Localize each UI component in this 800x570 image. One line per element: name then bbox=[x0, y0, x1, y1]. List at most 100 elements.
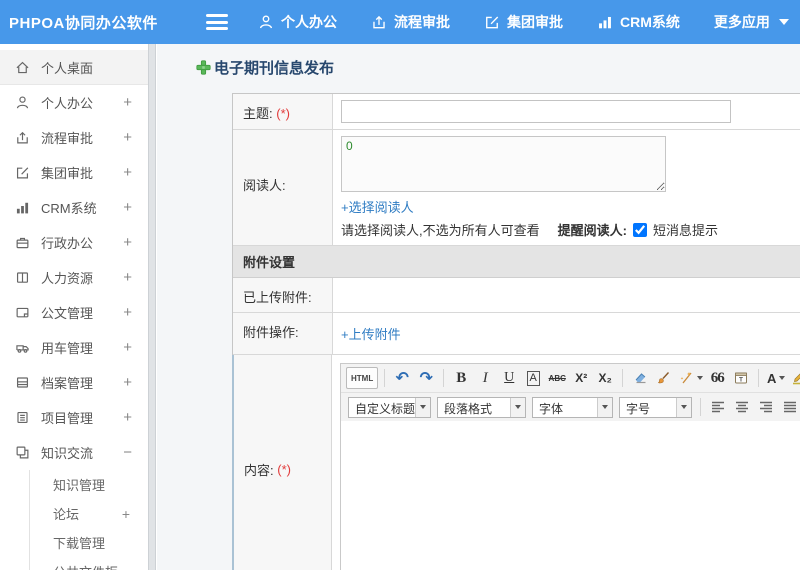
readers-textarea[interactable]: 0 bbox=[341, 136, 666, 192]
green-plus-icon bbox=[196, 60, 211, 75]
uploaded-attachments-label: 已上传附件: bbox=[233, 278, 333, 312]
expand-plus[interactable]: + bbox=[123, 269, 132, 286]
uploaded-attachments-row: 已上传附件: bbox=[233, 278, 800, 313]
highlighter-icon bbox=[793, 373, 800, 385]
auto-typeset-button[interactable] bbox=[677, 367, 704, 389]
nav-group-approval[interactable]: 集团审批 bbox=[484, 12, 563, 32]
expand-plus[interactable]: + bbox=[123, 129, 132, 146]
sms-remind-checkbox[interactable] bbox=[632, 222, 647, 237]
align-justify-icon bbox=[784, 401, 796, 413]
expand-plus[interactable]: + bbox=[123, 164, 132, 181]
eraser-icon bbox=[635, 373, 646, 384]
uploaded-attachments-value bbox=[333, 278, 800, 312]
expand-plus[interactable]: + bbox=[123, 234, 132, 251]
align-center-button[interactable] bbox=[731, 396, 753, 418]
sidebar-item-workflow-approval[interactable]: 流程审批 + bbox=[0, 120, 148, 155]
content-row: 内容: (*) HTML ↶ ↷ B I U A ABC X² X₂ 66 T … bbox=[232, 355, 800, 570]
nav-crm-system[interactable]: CRM系统 bbox=[597, 12, 680, 32]
align-left-button[interactable] bbox=[707, 396, 729, 418]
paragraph-format-select[interactable]: 段落格式 bbox=[437, 396, 526, 418]
paste-text-button[interactable]: T bbox=[730, 367, 752, 389]
sidebar-item-knowledge-exchange[interactable]: 知识交流 − bbox=[0, 435, 148, 470]
nav-more-apps[interactable]: 更多应用 bbox=[714, 12, 789, 32]
magic-wand-icon bbox=[680, 372, 692, 384]
collapse-minus[interactable]: − bbox=[123, 444, 132, 461]
required-mark: (*) bbox=[277, 462, 291, 477]
align-right-button[interactable] bbox=[755, 396, 777, 418]
sidebar-subitem-knowledge-management[interactable]: 知识管理 bbox=[30, 470, 148, 499]
superscript-button[interactable]: X² bbox=[570, 367, 592, 389]
sidebar-item-admin-office[interactable]: 行政办公 + bbox=[0, 225, 148, 260]
blockquote-button[interactable]: 66 bbox=[706, 367, 728, 389]
align-right-icon bbox=[760, 401, 772, 413]
sidebar: 个人桌面 个人办公 + 流程审批 + 集团审批 + CRM系统 + 行政办公 + bbox=[0, 44, 148, 570]
select-readers-link[interactable]: +选择阅读人 bbox=[341, 200, 414, 215]
italic-button[interactable]: I bbox=[474, 367, 496, 389]
expand-plus[interactable]: + bbox=[123, 199, 132, 216]
remind-readers-label: 提醒阅读人: bbox=[557, 223, 627, 238]
align-justify-button[interactable] bbox=[779, 396, 800, 418]
caret-down-icon bbox=[697, 376, 704, 380]
sidebar-item-personal-office[interactable]: 个人办公 + bbox=[0, 85, 148, 120]
subject-label: 主题: (*) bbox=[233, 94, 333, 129]
sidebar-submenu-knowledge: 知识管理 论坛 + 下载管理 公共文件柜 bbox=[29, 470, 148, 570]
readers-row: 阅读人: 0 +选择阅读人 请选择阅读人,不选为所有人可查看 提醒阅读人: 短消… bbox=[233, 130, 800, 246]
underline-button[interactable]: U bbox=[498, 367, 520, 389]
sidebar-item-group-approval[interactable]: 集团审批 + bbox=[0, 155, 148, 190]
sidebar-item-human-resources[interactable]: 人力资源 + bbox=[0, 260, 148, 295]
expand-plus[interactable]: + bbox=[123, 374, 132, 391]
font-border-button[interactable]: A bbox=[522, 367, 544, 389]
caret-down-icon bbox=[510, 397, 525, 417]
nav-workflow-approval[interactable]: 流程审批 bbox=[371, 12, 450, 32]
main-content: 电子期刊信息发布 主题: (*) 阅读人: 0 +选择阅读人 请选择阅读人,不选… bbox=[157, 44, 800, 570]
hamburger-menu-icon[interactable] bbox=[206, 14, 228, 30]
publish-form: 主题: (*) 阅读人: 0 +选择阅读人 请选择阅读人,不选为所有人可查看 提… bbox=[232, 93, 800, 570]
html-source-button[interactable]: HTML bbox=[346, 367, 379, 389]
bar-chart-icon bbox=[599, 16, 611, 29]
edit-icon bbox=[15, 165, 30, 180]
expand-plus[interactable]: + bbox=[123, 409, 132, 426]
app-logo: PHPOA协同办公软件 bbox=[9, 14, 158, 32]
upload-attachment-link[interactable]: +上传附件 bbox=[341, 327, 401, 342]
sidebar-item-archive-management[interactable]: 档案管理 + bbox=[0, 365, 148, 400]
subject-input[interactable] bbox=[341, 100, 731, 123]
font-color-button[interactable]: A bbox=[765, 367, 787, 389]
remove-format-button[interactable] bbox=[629, 367, 651, 389]
highlight-color-button[interactable] bbox=[789, 367, 800, 389]
heading-select[interactable]: 自定义标题 bbox=[348, 396, 431, 418]
bold-button[interactable]: B bbox=[450, 367, 472, 389]
sidebar-subitem-forum[interactable]: 论坛 + bbox=[30, 499, 148, 528]
font-size-select[interactable]: 字号 bbox=[619, 396, 692, 418]
editor-content-area[interactable] bbox=[341, 421, 800, 570]
sidebar-item-project-management[interactable]: 项目管理 + bbox=[0, 400, 148, 435]
expand-plus[interactable]: + bbox=[123, 304, 132, 321]
sidebar-subitem-download-management[interactable]: 下载管理 bbox=[30, 528, 148, 557]
format-painter-button[interactable] bbox=[653, 367, 675, 389]
sidebar-item-crm-system[interactable]: CRM系统 + bbox=[0, 190, 148, 225]
home-icon bbox=[15, 60, 30, 75]
subject-row: 主题: (*) bbox=[233, 94, 800, 130]
expand-plus[interactable]: + bbox=[122, 506, 130, 522]
strikethrough-button[interactable]: ABC bbox=[546, 367, 568, 389]
subscript-button[interactable]: X₂ bbox=[594, 367, 616, 389]
bar-chart-icon bbox=[15, 200, 30, 215]
editor-toolbar-row2: 自定义标题 段落格式 字体 字号 bbox=[341, 393, 800, 421]
sidebar-item-vehicle-management[interactable]: 用车管理 + bbox=[0, 330, 148, 365]
edit-icon bbox=[486, 16, 499, 29]
expand-plus[interactable]: + bbox=[123, 339, 132, 356]
attachment-ops-label: 附件操作: bbox=[233, 313, 333, 354]
sidebar-scrollbar-gutter[interactable] bbox=[148, 44, 156, 570]
caret-down-icon bbox=[415, 397, 430, 417]
sidebar-item-document-management[interactable]: 公文管理 + bbox=[0, 295, 148, 330]
nav-personal-office[interactable]: 个人办公 bbox=[258, 12, 337, 32]
briefcase-icon bbox=[15, 235, 30, 250]
book-icon bbox=[15, 270, 30, 285]
editor-toolbar-row1: HTML ↶ ↷ B I U A ABC X² X₂ 66 T A bbox=[341, 364, 800, 393]
sidebar-item-personal-desktop[interactable]: 个人桌面 bbox=[0, 50, 148, 85]
expand-plus[interactable]: + bbox=[123, 94, 132, 111]
redo-button[interactable]: ↷ bbox=[415, 367, 437, 389]
sidebar-subitem-public-file-cabinet[interactable]: 公共文件柜 bbox=[30, 557, 148, 570]
undo-button[interactable]: ↶ bbox=[391, 367, 413, 389]
app-window: PHPOA协同办公软件 个人办公 流程审批 集团审批 CRM系统 更多应用 个人… bbox=[0, 0, 800, 570]
font-family-select[interactable]: 字体 bbox=[532, 396, 613, 418]
